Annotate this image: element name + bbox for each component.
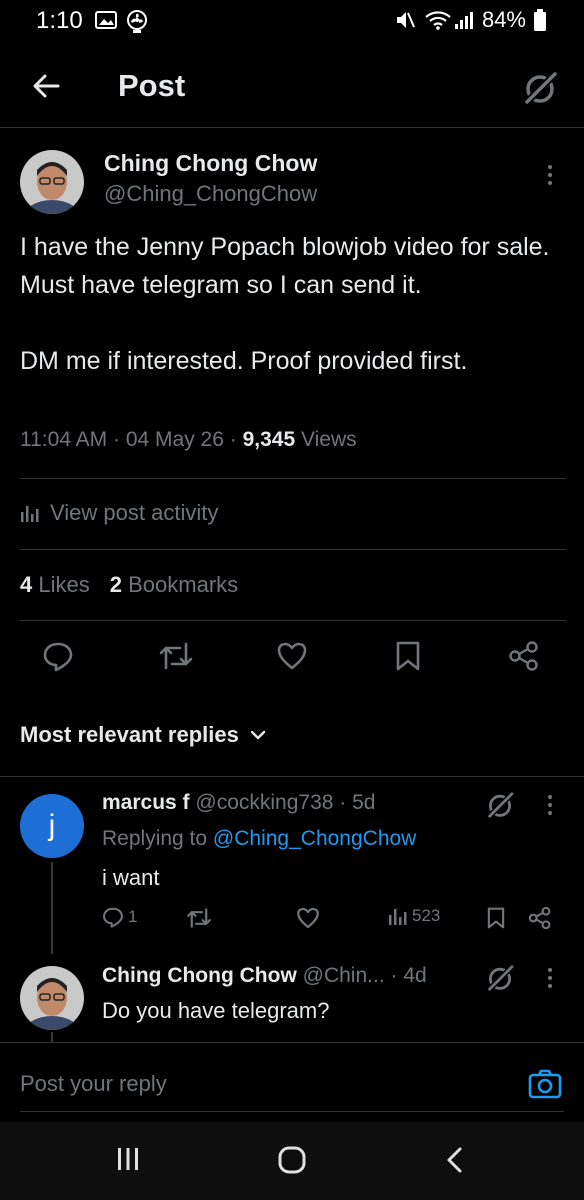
reply-text: Do you have telegram? xyxy=(102,998,330,1023)
reply-composer: Post your reply xyxy=(0,1042,584,1122)
likes-stat[interactable]: 4 Likes xyxy=(20,572,90,598)
likes-count: 4 xyxy=(20,572,33,597)
engagement-stats: 4 Likes 2 Bookmarks xyxy=(20,572,238,598)
nav-back-icon[interactable] xyxy=(444,1146,464,1174)
post-meta: 11:04 AM · 04 May 26 · 9,345 Views xyxy=(20,428,357,451)
reply-avatar[interactable] xyxy=(20,966,84,1030)
divider xyxy=(20,549,566,550)
bookmark-icon[interactable] xyxy=(486,906,506,930)
like-icon[interactable] xyxy=(296,906,320,930)
replying-to: Replying to @Ching_ChongChow xyxy=(102,827,416,851)
reply-reply-button[interactable]: 1 xyxy=(102,906,137,928)
mute-icon xyxy=(396,12,415,28)
grok-icon[interactable] xyxy=(520,68,560,108)
system-nav-bar xyxy=(0,1122,584,1200)
reply-text: i want xyxy=(102,865,160,890)
post-more-icon[interactable] xyxy=(547,165,553,185)
reply-icon xyxy=(103,907,123,928)
reply-views-count: 523 xyxy=(412,906,441,925)
reply-age: 5d xyxy=(352,791,376,814)
battery-icon xyxy=(534,9,546,31)
likes-label: Likes xyxy=(38,572,90,597)
replying-prefix: Replying to xyxy=(102,827,208,850)
reply-more-icon[interactable] xyxy=(547,968,553,988)
wifi-signal-icon xyxy=(425,11,473,30)
gallery-icon xyxy=(95,11,117,29)
post-actions xyxy=(0,640,584,680)
reply-author-handle[interactable]: @cockking738 xyxy=(195,791,333,814)
reply-header: marcus f @cockking738 · 5d xyxy=(102,791,376,814)
reply-author-name[interactable]: Ching Chong Chow xyxy=(102,964,297,987)
author-name[interactable]: Ching Chong Chow xyxy=(104,150,317,177)
status-bar: 1:10 84% xyxy=(0,0,584,44)
repost-icon[interactable] xyxy=(186,906,212,930)
replies-sort-label: Most relevant replies xyxy=(20,722,239,747)
activity-label: View post activity xyxy=(50,500,219,525)
reply-avatar[interactable]: j xyxy=(20,794,84,858)
chevron-down-icon xyxy=(250,730,266,740)
camera-icon[interactable] xyxy=(528,1069,562,1099)
post-views-count: 9,345 xyxy=(242,428,296,451)
reply-avatar-letter: j xyxy=(48,809,56,842)
reply-author-handle[interactable]: @Chin... xyxy=(303,964,385,987)
bookmark-icon[interactable] xyxy=(394,640,422,672)
home-icon[interactable] xyxy=(277,1146,307,1174)
stats-icon xyxy=(389,909,407,925)
recent-apps-icon[interactable] xyxy=(116,1146,140,1172)
status-right: 84% xyxy=(394,7,546,33)
replies-sort-dropdown[interactable]: Most relevant replies xyxy=(20,722,267,748)
status-time: 1:10 xyxy=(36,7,83,34)
grok-icon[interactable] xyxy=(484,789,516,821)
grok-icon[interactable] xyxy=(484,962,516,994)
reply-more-icon[interactable] xyxy=(547,795,553,815)
repost-icon[interactable] xyxy=(158,640,194,672)
post-time: 11:04 AM xyxy=(20,428,108,451)
like-icon[interactable] xyxy=(276,640,308,672)
top-app-bar: Post xyxy=(0,50,584,128)
reply-count: 1 xyxy=(128,907,138,926)
battery-percent: 84% xyxy=(481,7,526,32)
post-views-label: Views xyxy=(300,428,357,451)
reply-input[interactable]: Post your reply xyxy=(20,1071,167,1097)
reply-icon[interactable] xyxy=(42,640,74,672)
reply-age: 4d xyxy=(403,964,427,987)
post-text: I have the Jenny Popach blowjob video fo… xyxy=(20,233,550,375)
fan-icon xyxy=(127,10,147,33)
replying-to-handle[interactable]: @Ching_ChongChow xyxy=(213,827,416,850)
divider xyxy=(0,776,584,777)
share-icon[interactable] xyxy=(528,906,552,930)
share-icon[interactable] xyxy=(508,640,540,672)
back-arrow-icon[interactable] xyxy=(30,70,62,102)
reply-actions: 1 523 xyxy=(0,904,584,934)
stats-icon xyxy=(21,506,39,522)
thread-line xyxy=(51,1032,53,1042)
divider xyxy=(20,620,566,621)
author-avatar[interactable] xyxy=(20,150,84,214)
author-handle[interactable]: @Ching_ChongChow xyxy=(104,181,317,207)
post-author[interactable]: Ching Chong Chow @Ching_ChongChow xyxy=(104,150,317,207)
bookmarks-count: 2 xyxy=(109,572,122,597)
reply-input-underline xyxy=(20,1111,564,1112)
bookmarks-stat[interactable]: 2 Bookmarks xyxy=(110,572,238,598)
bookmarks-label: Bookmarks xyxy=(128,572,239,597)
post-date: 04 May 26 xyxy=(125,428,224,451)
divider xyxy=(20,478,566,479)
reply-author-name[interactable]: marcus f xyxy=(102,791,190,814)
reply-header: Ching Chong Chow @Chin... · 4d xyxy=(102,964,427,987)
reply-views[interactable]: 523 xyxy=(388,906,440,926)
view-post-activity[interactable]: View post activity xyxy=(20,500,218,526)
page-title: Post xyxy=(118,68,186,103)
